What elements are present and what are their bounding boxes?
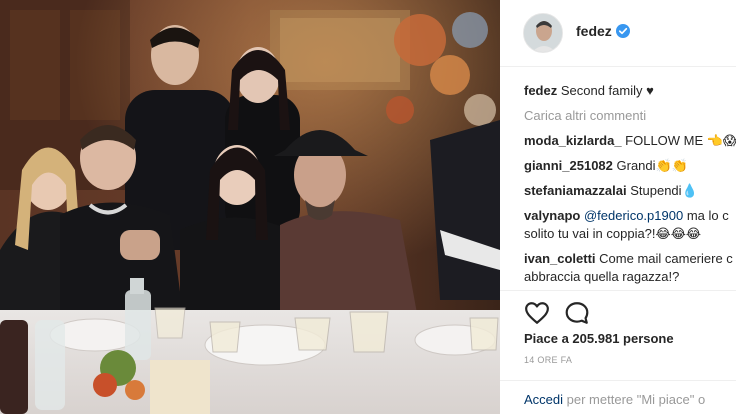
comment-text: FOLLOW ME 👈😱 bbox=[625, 133, 736, 148]
verified-badge-icon bbox=[616, 24, 630, 38]
comment-text: Come mail cameriere c bbox=[599, 251, 733, 266]
comment-username[interactable]: stefaniamazzalai bbox=[524, 183, 627, 198]
avatar[interactable] bbox=[523, 13, 563, 53]
comment-item: valynapo @federico.p1900 ma lo c solito … bbox=[524, 207, 736, 243]
comment-username[interactable]: valynapo bbox=[524, 208, 580, 223]
post-header: fedez bbox=[500, 0, 736, 67]
post-photo[interactable] bbox=[0, 0, 500, 414]
likes-count[interactable]: Piace a 205.981 persone bbox=[524, 331, 674, 346]
comment-text-continued: abbraccia quella ragazza!? bbox=[524, 269, 680, 284]
comment-text: Stupendi💧 bbox=[630, 183, 698, 198]
post-author-username[interactable]: fedez bbox=[576, 23, 612, 39]
comment-text-continued: solito tu vai in coppia?!😂😂😂 bbox=[524, 226, 702, 241]
heart-outline-icon[interactable] bbox=[524, 300, 550, 326]
comment-username[interactable]: ivan_coletti bbox=[524, 251, 596, 266]
post-timestamp: 14 ORE FA bbox=[524, 355, 573, 365]
comment-item: stefaniamazzalai Stupendi💧 bbox=[524, 182, 736, 200]
comment-item: gianni_251082 Grandi👏👏 bbox=[524, 157, 736, 175]
comment-bubble-icon[interactable] bbox=[564, 300, 590, 326]
login-prompt-text: per mettere "Mi piace" o bbox=[566, 392, 706, 407]
comment-username[interactable]: moda_kizlarda_ bbox=[524, 133, 622, 148]
login-prompt: Accedi per mettere "Mi piace" o bbox=[500, 380, 736, 414]
caption: fedez Second family ♥ bbox=[524, 82, 736, 100]
avatar-image bbox=[524, 14, 562, 52]
group-photo-image bbox=[0, 0, 500, 414]
comment-text: Grandi👏👏 bbox=[616, 158, 688, 173]
caption-username[interactable]: fedez bbox=[524, 83, 557, 98]
comments-list: fedez Second family ♥ Carica altri comme… bbox=[524, 82, 736, 293]
comment-item: moda_kizlarda_ FOLLOW ME 👈😱 bbox=[524, 132, 736, 150]
heart-emoji: ♥ bbox=[646, 83, 654, 98]
login-link[interactable]: Accedi bbox=[524, 392, 563, 407]
comment-mention-link[interactable]: @federico.p1900 bbox=[584, 208, 683, 223]
comment-item: ivan_coletti Come mail cameriere c abbra… bbox=[524, 250, 736, 286]
post-sidebar: fedez fedez Second family ♥ Carica altri… bbox=[500, 0, 736, 414]
comment-text: ma lo c bbox=[686, 208, 729, 223]
load-more-comments-link[interactable]: Carica altri commenti bbox=[524, 107, 736, 125]
comment-username[interactable]: gianni_251082 bbox=[524, 158, 613, 173]
caption-text: Second family bbox=[560, 83, 643, 98]
